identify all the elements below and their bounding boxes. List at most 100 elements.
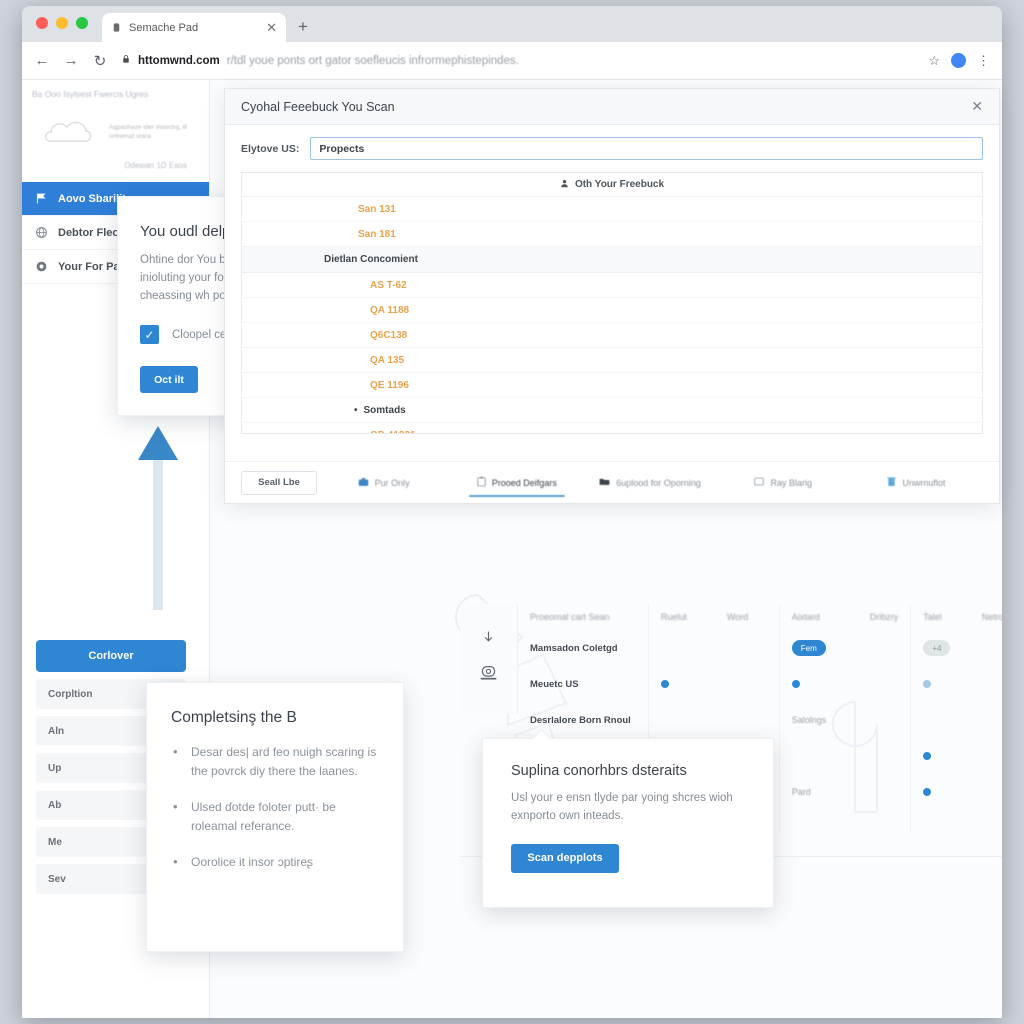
grid-cell-label: Pard (791, 787, 811, 797)
modal-title: Cyohal Feeebuck You Scan (241, 99, 395, 114)
scan-modal: Cyohal Feeebuck You Scan ✕ Elytove US: P… (224, 88, 1000, 504)
modal-header: Cyohal Feeebuck You Scan ✕ (225, 89, 999, 125)
list-group-header: Dietlan Concomient (242, 247, 982, 273)
list-item[interactable]: San 181 (242, 222, 982, 247)
seall-lbe-button[interactable]: Seall Lbe (241, 470, 317, 495)
completing-popup-title: Completsinş the B (171, 709, 297, 726)
list-subgroup[interactable]: Somtads (242, 398, 982, 423)
maximize-window-button[interactable] (76, 17, 88, 29)
supline-popup-body: Usl your e ensn tlyde par yoing shcres w… (511, 792, 733, 822)
modal-tab-strip: Seall Lbe Pur Only Prooed Deifgars 6uplo… (225, 461, 999, 503)
list-item[interactable]: QA 1188 (242, 298, 982, 323)
list-item[interactable]: Q6C138 (242, 323, 982, 348)
back-button[interactable]: ← (34, 52, 50, 69)
grid-cell (911, 702, 1002, 738)
list-item[interactable]: San 131 (242, 197, 982, 222)
grid-cell (911, 738, 1002, 774)
status-dot (791, 680, 800, 688)
tab-label: Prooed Deifgars (491, 477, 557, 488)
grid-header: Ruelut Word (649, 604, 779, 630)
scan-list[interactable]: Oth Your Freebuck San 131 San 181 Dietla… (241, 172, 983, 434)
lock-icon (121, 54, 131, 67)
completing-list-item: Ulsed ɗotde foloter putt· be roleamal re… (171, 797, 379, 835)
forward-button[interactable]: → (63, 52, 79, 69)
tab-6uplood-for-oporning[interactable]: 6uplood for Oporning (583, 462, 716, 503)
tab-label: 6uplood for Oporning (616, 477, 701, 488)
grid-cell: Pard (780, 774, 911, 810)
tab-pur-only[interactable]: Pur Only (317, 462, 450, 503)
bookmark-star-icon[interactable]: ☆ (928, 53, 940, 69)
grid-header: Aixtard Dribzry (780, 604, 911, 630)
tab-label: Pur Only (374, 477, 410, 488)
tab-close-icon[interactable]: ✕ (266, 20, 277, 36)
browser-titlebar: Semache Pad ✕ + (22, 6, 1002, 42)
browser-tab[interactable]: Semache Pad ✕ (102, 13, 286, 42)
minimize-window-button[interactable] (56, 17, 68, 29)
new-tab-button[interactable]: + (298, 17, 308, 42)
trash-icon (887, 476, 897, 489)
grid-cell: Meuetc US (518, 666, 648, 702)
logo-subtitle: Odesian 1D Eaos (124, 161, 187, 170)
grid-cell (911, 774, 1002, 810)
grid-cell (911, 666, 1002, 702)
app-logo: Aqpashaze ider Insoctrq, ill ontserud sr… (22, 99, 209, 153)
got-it-button[interactable]: Oct ilt (140, 366, 198, 394)
sidebar-item-label: Your For Pa (58, 260, 120, 273)
tab-label: Ray Blarig (770, 477, 812, 488)
status-badge: Fem (791, 640, 826, 656)
window-icon (754, 477, 765, 488)
profile-avatar[interactable] (951, 53, 966, 68)
status-dot (923, 680, 932, 688)
scan-depplots-button[interactable]: Scan depplots (511, 843, 619, 873)
grid-header: Talel Netrosrd (911, 604, 1002, 630)
grid-cell (649, 630, 779, 666)
tab-title: Semache Pad (129, 21, 199, 34)
list-item[interactable]: QD 41231 (242, 423, 982, 434)
list-item[interactable]: QE 1196 (242, 373, 982, 398)
grid-header-label: Proeomal cart Sean (530, 612, 610, 622)
grid-cell-label: Salolngs (791, 715, 827, 725)
close-window-button[interactable] (36, 17, 48, 29)
tab-unwrnuflot[interactable]: Unwrnuflot (850, 462, 983, 503)
scanner-icon[interactable] (479, 664, 498, 688)
modal-body: Elytove US: Propects Oth Your Freebuck S… (225, 125, 999, 434)
grid-header-label: Ruelut (660, 612, 687, 622)
projects-input[interactable]: Propects (310, 137, 983, 160)
list-item[interactable]: QA 135 (242, 348, 982, 373)
browser-toolbar: ← → ↻ httomwnd.com r/tdl youe ponts ort … (22, 42, 1002, 80)
upward-arrow-indicator (138, 426, 178, 610)
grid-header-label: Dribzry (869, 612, 899, 622)
reload-button[interactable]: ↻ (92, 52, 108, 70)
onboarding-checkbox[interactable]: ✓ (140, 325, 159, 345)
tab-ray-blarig[interactable]: Ray Blarig (717, 462, 850, 503)
grid-cell: Mamsadon Coletgd (518, 630, 648, 666)
grid-cell-label: Desrlalore Born Rnoul (530, 714, 631, 726)
window-controls[interactable] (36, 6, 88, 42)
download-icon[interactable] (481, 630, 496, 650)
sidebar-item-label: Debtor Fleos (58, 226, 126, 239)
list-item[interactable]: AS T-62 (242, 273, 982, 298)
scan-list-header: Oth Your Freebuck (242, 173, 982, 197)
close-icon[interactable]: ✕ (971, 98, 983, 115)
status-badge: +4 (923, 640, 951, 656)
modal-field-label: Elytove US: (241, 142, 300, 155)
grid-cell (649, 666, 779, 702)
grid-header-label: Netrosrd (981, 612, 1002, 622)
address-bar[interactable]: httomwnd.com r/tdl youe ponts ort gator … (121, 49, 915, 73)
corlover-button[interactable]: Corlover (36, 640, 186, 672)
completing-list-item: Desar des| ard feo nuigh scaring is the … (171, 742, 379, 780)
url-domain: httomwnd.com (138, 54, 220, 67)
supline-popup: Suplina conorhbrs dsteraits Usl your e e… (482, 729, 774, 908)
grid-header-label: Talel (923, 612, 942, 622)
grid-header-label: Aixtard (791, 612, 820, 622)
tab-prooed-deifgars[interactable]: Prooed Deifgars (450, 462, 583, 503)
completing-popup-list: Desar des| ard feo nuigh scaring is the … (171, 742, 379, 872)
url-path: r/tdl youe ponts ort gator soefleucis in… (226, 54, 519, 67)
clipboard-icon (477, 476, 486, 489)
status-dot (923, 752, 932, 760)
grid-cell-label: Meuetc US (530, 678, 579, 690)
tab-favicon-icon (111, 22, 122, 33)
grid-cell: +4 (911, 630, 1002, 666)
supline-popup-title: Suplina conorhbrs dsteraits (511, 763, 687, 779)
browser-menu-icon[interactable]: ⋮ (977, 53, 990, 69)
